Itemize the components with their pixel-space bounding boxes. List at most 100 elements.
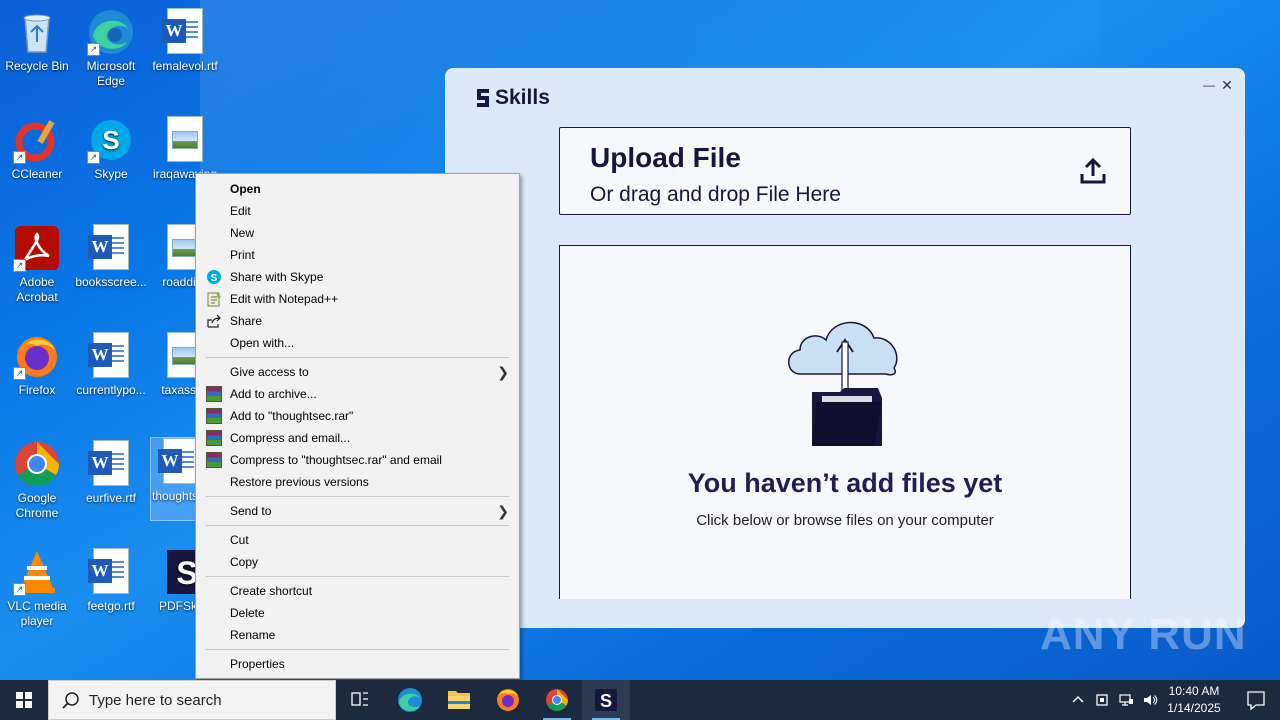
skills-app-window: Skills — ✕ Upload File Or drag and drop … — [445, 68, 1245, 628]
desktop-icon-recycle-bin[interactable]: Recycle Bin — [0, 8, 74, 74]
desktop-icon-label: eurfive.rtf — [85, 491, 136, 505]
search-icon — [61, 691, 81, 711]
menu-item-open-with[interactable]: Open with... — [196, 332, 519, 354]
menu-item-edit-with-notepadpp[interactable]: Edit with Notepad++ — [196, 288, 519, 310]
desktop-icon-label: CCleaner — [11, 167, 63, 181]
menu-item-properties[interactable]: Properties — [196, 653, 519, 675]
taskbar-pdfskills[interactable]: S — [582, 680, 630, 720]
notification-center-button[interactable] — [1232, 680, 1280, 720]
desktop-icon-label: VLC media player — [7, 599, 67, 628]
menu-item-copy[interactable]: Copy — [196, 551, 519, 573]
desktop-icon-vlc[interactable]: ↗ VLC media player — [0, 548, 74, 629]
menu-item-give-access-to[interactable]: Give access to ❯ — [196, 361, 519, 383]
volume-icon[interactable] — [1142, 692, 1158, 708]
menu-item-compress-and-email[interactable]: Compress and email... — [196, 427, 519, 449]
word-document-icon: W — [87, 224, 135, 272]
taskbar-firefox[interactable] — [484, 680, 532, 720]
upload-file-button[interactable]: Upload File Or drag and drop File Here — [559, 127, 1131, 215]
task-view-icon — [351, 692, 368, 706]
chrome-icon — [13, 440, 61, 488]
menu-item-share-with-skype[interactable]: S Share with Skype — [196, 266, 519, 288]
desktop-icon-microsoft-edge[interactable]: ↗ Microsoft Edge — [74, 8, 148, 89]
menu-item-add-to-archive[interactable]: Add to archive... — [196, 383, 519, 405]
winrar-icon — [206, 452, 222, 468]
cloud-folder-upload-icon — [782, 308, 908, 450]
word-document-icon: W — [87, 332, 135, 380]
taskbar-edge[interactable] — [386, 680, 434, 720]
recycle-bin-icon — [13, 8, 61, 56]
menu-item-share[interactable]: Share — [196, 310, 519, 332]
desktop-icon-thoughtsec[interactable]: W thoughtsec.rtf — [150, 437, 198, 521]
desktop-icon-firefox[interactable]: ↗ Firefox — [0, 332, 74, 398]
close-button[interactable]: ✕ — [1219, 76, 1235, 94]
svg-text:S: S — [102, 125, 119, 155]
menu-item-open[interactable]: Open — [196, 178, 519, 200]
menu-item-label: Rename — [230, 628, 276, 642]
desktop-icon-adobe-acrobat[interactable]: ↗ Adobe Acrobat — [0, 224, 74, 305]
firefox-icon — [497, 689, 519, 711]
desktop-icon-feetgo[interactable]: W feetgo.rtf — [74, 548, 148, 614]
taskbar-chrome[interactable] — [533, 680, 581, 720]
menu-separator — [206, 649, 509, 650]
ccleaner-icon: ↗ — [13, 116, 61, 164]
start-button[interactable] — [0, 680, 48, 720]
menu-item-label: Add to "thoughtsec.rar" — [230, 409, 354, 423]
menu-item-delete[interactable]: Delete — [196, 602, 519, 624]
menu-item-print[interactable]: Print — [196, 244, 519, 266]
device-icon[interactable] — [1094, 692, 1110, 708]
menu-item-label: Add to archive... — [230, 387, 317, 401]
desktop-icon-booksscree[interactable]: W booksscree... — [74, 224, 148, 290]
skype-icon: S ↗ — [87, 116, 135, 164]
upload-title: Upload File — [590, 142, 741, 173]
svg-text:S: S — [600, 691, 612, 711]
desktop-icon-femalevol[interactable]: W femalevol.rtf — [148, 8, 222, 74]
menu-item-restore-previous-versions[interactable]: Restore previous versions — [196, 471, 519, 493]
skills-logo: Skills — [475, 86, 550, 110]
desktop-icon-label: feetgo.rtf — [87, 599, 135, 613]
desktop-icon-currentlypo[interactable]: W currentlypo... — [74, 332, 148, 398]
desktop-icon-label: Firefox — [18, 383, 56, 397]
taskbar-search-box[interactable]: Type here to search — [48, 680, 336, 720]
adobe-acrobat-icon: ↗ — [13, 224, 61, 272]
menu-item-label: Open with... — [230, 336, 295, 350]
menu-item-add-to-rar[interactable]: Add to "thoughtsec.rar" — [196, 405, 519, 427]
chevron-right-icon: ❯ — [497, 503, 509, 519]
word-document-icon: W — [161, 8, 209, 56]
menu-item-send-to[interactable]: Send to ❯ — [196, 500, 519, 522]
menu-item-label: Share — [230, 314, 263, 328]
task-view-button[interactable] — [336, 680, 384, 720]
desktop-icon-google-chrome[interactable]: Google Chrome — [0, 440, 74, 521]
menu-separator — [206, 525, 509, 526]
menu-item-label: Compress to "thoughtsec.rar" and email — [230, 453, 442, 467]
drop-zone[interactable]: You haven’t add files yet Click below or… — [559, 245, 1131, 599]
menu-item-rename[interactable]: Rename — [196, 624, 519, 646]
desktop-icon-label: Skype — [94, 167, 128, 181]
desktop-icon-ccleaner[interactable]: ↗ CCleaner — [0, 116, 74, 182]
clock-date: 1/14/2025 — [1167, 701, 1221, 715]
menu-item-new[interactable]: New — [196, 222, 519, 244]
menu-item-label: Create shortcut — [230, 584, 313, 598]
skills-logo-text: Skills — [495, 86, 550, 109]
desktop-icon-skype[interactable]: S ↗ Skype — [74, 116, 148, 182]
taskbar-file-explorer[interactable] — [435, 680, 483, 720]
desktop-icon-label: Microsoft Edge — [86, 59, 136, 88]
network-icon[interactable] — [1118, 692, 1134, 708]
context-menu: Open Edit New Print S Share with Skype E… — [195, 173, 520, 679]
menu-item-create-shortcut[interactable]: Create shortcut — [196, 580, 519, 602]
menu-item-compress-to-rar-and-email[interactable]: Compress to "thoughtsec.rar" and email — [196, 449, 519, 471]
menu-item-label: Print — [230, 248, 255, 262]
menu-item-label: Restore previous versions — [230, 475, 369, 489]
menu-item-label: Share with Skype — [230, 270, 324, 284]
menu-item-cut[interactable]: Cut — [196, 529, 519, 551]
chevron-up-icon[interactable] — [1070, 692, 1086, 708]
menu-separator — [206, 357, 509, 358]
taskbar-clock[interactable]: 10:40 AM 1/14/2025 — [1160, 683, 1228, 717]
minimize-button[interactable]: — — [1201, 76, 1217, 94]
menu-item-label: Properties — [230, 657, 285, 671]
menu-item-label: Copy — [230, 555, 259, 569]
desktop-icon-eurfive[interactable]: W eurfive.rtf — [74, 440, 148, 506]
menu-item-label: Give access to — [230, 365, 309, 379]
menu-item-label: Compress and email... — [230, 431, 351, 445]
menu-item-label: Open — [230, 182, 261, 196]
menu-item-edit[interactable]: Edit — [196, 200, 519, 222]
